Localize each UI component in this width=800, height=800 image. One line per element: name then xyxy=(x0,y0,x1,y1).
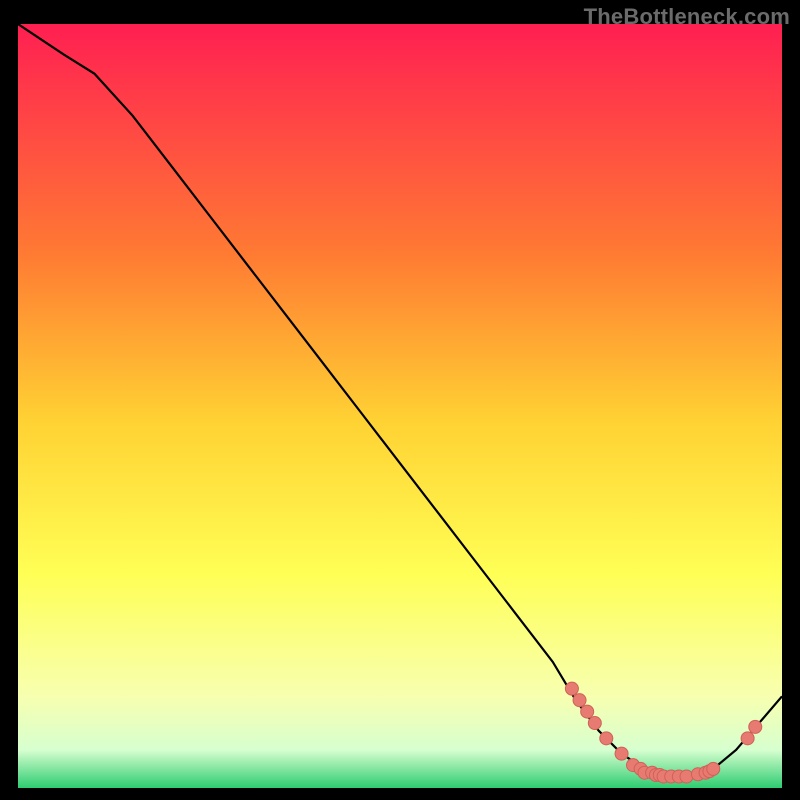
chart-frame: TheBottleneck.com xyxy=(0,0,800,800)
highlight-dot xyxy=(749,720,762,733)
highlight-dot xyxy=(565,682,578,695)
highlight-dot xyxy=(707,762,720,775)
highlight-dot xyxy=(588,717,601,730)
watermark-text: TheBottleneck.com xyxy=(584,4,790,30)
highlight-dot xyxy=(680,770,693,783)
highlight-dot xyxy=(600,732,613,745)
bottleneck-plot xyxy=(18,24,782,788)
gradient-background xyxy=(18,24,782,788)
highlight-dot xyxy=(581,705,594,718)
plot-area xyxy=(18,24,782,788)
highlight-dot xyxy=(573,694,586,707)
highlight-dot xyxy=(615,747,628,760)
highlight-dot xyxy=(741,732,754,745)
